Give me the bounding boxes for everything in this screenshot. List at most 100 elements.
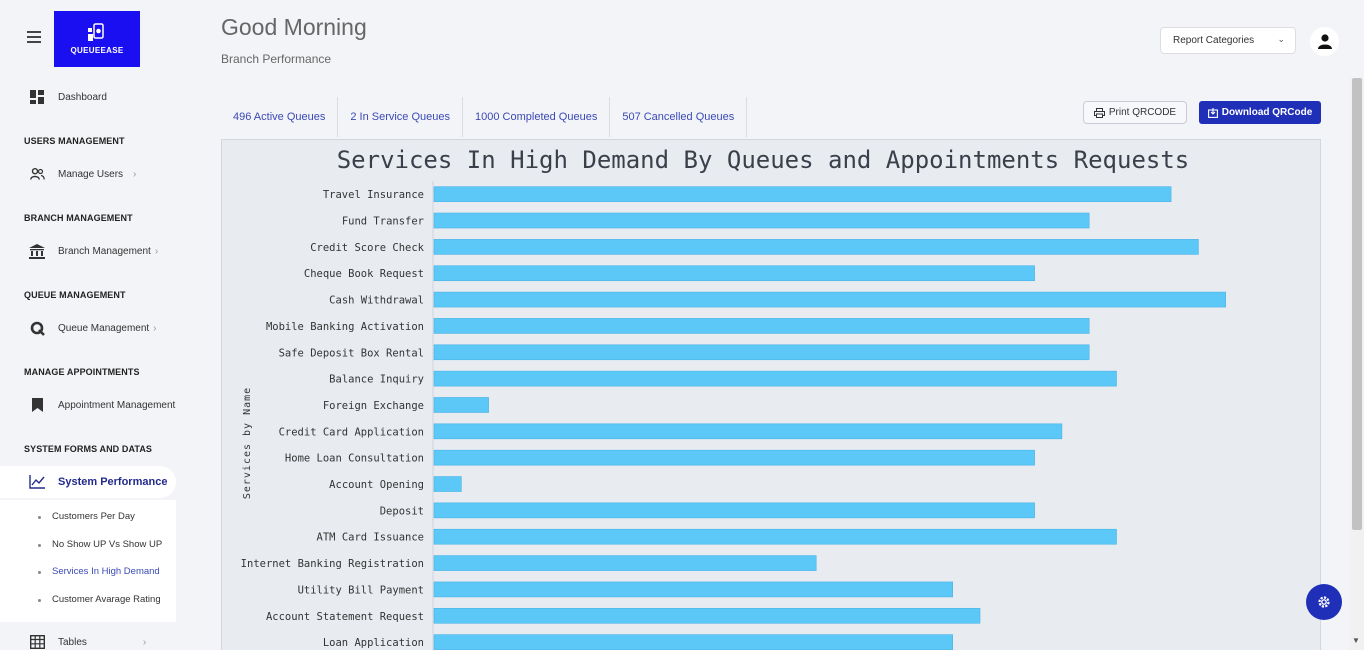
chart-category-label: Account Opening [329, 479, 424, 491]
print-qrcode-label: Print QRCODE [1108, 107, 1177, 118]
page-greeting: Good Morning [221, 14, 367, 40]
sidebar-item-branch-management[interactable]: Branch Management › [0, 236, 176, 266]
chart-y-axis-label: Services by Name [242, 387, 253, 499]
sidebar-item-label: Tables › [58, 636, 147, 648]
download-qrcode-button[interactable]: Download QRCode [1199, 101, 1321, 124]
logo-text: QUEUEEASE [70, 46, 124, 55]
tab-active-queues[interactable]: 496 Active Queues [221, 97, 339, 137]
sidebar-item-label: Appointment Management [58, 399, 176, 411]
sidebar-item-manage-users[interactable]: Manage Users › [0, 159, 176, 189]
line-chart-icon [29, 474, 45, 490]
chart-panel: Services In High Demand By Queues and Ap… [221, 139, 1321, 650]
submenu-item[interactable]: Customer Avarage Rating [38, 594, 161, 605]
chart-bar[interactable] [433, 607, 981, 624]
chart-category-label: Loan Application [323, 637, 424, 649]
sidebar: QUEUEEASE Dashboard USERS MANAGEMENT Man… [0, 0, 200, 650]
chart-bar[interactable] [433, 318, 1090, 334]
menu-icon[interactable] [27, 31, 41, 43]
chart-category-label: Travel Insurance [323, 189, 424, 201]
page-subtitle: Branch Performance [221, 52, 332, 66]
sidebar-item-label: Branch Management › [58, 245, 159, 257]
chart-bar[interactable] [433, 634, 954, 650]
chart-bar[interactable] [433, 476, 462, 492]
sidebar-item-dashboard[interactable]: Dashboard [0, 82, 176, 112]
settings-button[interactable] [1306, 584, 1342, 620]
gear-icon [1318, 596, 1330, 608]
dashboard-icon [29, 89, 45, 105]
tab-completed-queues[interactable]: 1000 Completed Queues [463, 97, 611, 137]
queue-icon [29, 320, 45, 336]
chart-bar[interactable] [433, 186, 1172, 202]
chart-category-label: Balance Inquiry [329, 374, 424, 386]
chart-category-label: Cash Withdrawal [329, 295, 424, 307]
sidebar-item-label: System Performance [58, 476, 168, 488]
sidebar-item-label: Manage Users › [58, 168, 137, 180]
chart-bar[interactable] [433, 344, 1090, 361]
chart-bar[interactable] [433, 370, 1117, 387]
chart-category-label: Cheque Book Request [304, 268, 424, 280]
chevron-right-icon: › [133, 168, 137, 180]
chart-category-label: Safe Deposit Box Rental [279, 347, 424, 359]
chart-bar[interactable] [433, 555, 817, 571]
users-icon [29, 166, 45, 182]
system-performance-submenu: Customers Per Day No Show UP Vs Show UP … [0, 500, 176, 622]
user-icon [1317, 34, 1332, 49]
queue-stats-tabs: 496 Active Queues 2 In Service Queues 10… [221, 97, 748, 137]
download-qrcode-label: Download QRCode [1221, 107, 1313, 118]
section-title-branch: BRANCH MANAGEMENT [24, 213, 133, 223]
chart-category-label: Home Loan Consultation [285, 453, 424, 465]
submenu-item[interactable]: Customers Per Day [38, 511, 135, 522]
chart-category-label: Credit Score Check [310, 242, 424, 254]
chart-category-label: Utility Bill Payment [298, 584, 424, 596]
chart-category-label: Deposit [380, 505, 424, 517]
chart-bar[interactable] [433, 449, 1035, 466]
print-qrcode-button[interactable]: Print QRCODE [1083, 101, 1187, 124]
sidebar-item-appointment-management[interactable]: Appointment Management [0, 390, 176, 420]
scrollbar-thumb[interactable] [1352, 78, 1362, 530]
bookmark-icon [29, 397, 45, 413]
select-value: Report Categories [1173, 35, 1255, 46]
chart-bar[interactable] [433, 212, 1090, 229]
chart-category-label: Account Statement Request [266, 611, 424, 623]
printer-icon [1093, 107, 1105, 118]
tab-in-service-queues[interactable]: 2 In Service Queues [338, 97, 464, 137]
chart-bar[interactable] [433, 423, 1063, 440]
logo-icon [88, 23, 104, 41]
report-categories-select[interactable]: Report Categories ⌄ [1160, 27, 1296, 54]
chart-bar[interactable] [433, 265, 1035, 282]
chevron-down-icon: ⌄ [1277, 34, 1285, 44]
user-profile-button[interactable] [1310, 27, 1339, 56]
chart-bar[interactable] [433, 502, 1035, 519]
chart-bar[interactable] [433, 239, 1199, 255]
chart-category-label: Mobile Banking Activation [266, 321, 424, 333]
sidebar-item-label: Queue Management › [58, 322, 157, 334]
bank-icon [29, 243, 45, 259]
chart-bar[interactable] [433, 528, 1117, 545]
chevron-right-icon: › [142, 636, 147, 648]
section-title-system: SYSTEM FORMS AND DATAS [24, 444, 153, 454]
chevron-right-icon: › [154, 245, 159, 257]
chart-category-label: Credit Card Application [279, 426, 424, 438]
chart-title: Services In High Demand By Queues and Ap… [337, 146, 1190, 174]
section-title-queue: QUEUE MANAGEMENT [24, 290, 126, 300]
submenu-item-active[interactable]: Services In High Demand [38, 566, 160, 577]
sidebar-item-queue-management[interactable]: Queue Management › [0, 313, 176, 343]
submenu-item[interactable]: No Show UP Vs Show UP [38, 539, 162, 550]
sidebar-item-system-performance[interactable]: System Performance [0, 466, 176, 498]
chart-bar[interactable] [433, 291, 1227, 308]
app-logo[interactable]: QUEUEEASE [54, 11, 140, 67]
chart-category-label: ATM Card Issuance [317, 532, 424, 544]
section-title-appointments: MANAGE APPOINTMENTS [24, 367, 140, 377]
chart-category-label: Internet Banking Registration [241, 558, 424, 570]
services-demand-chart: Services In High Demand By Queues and Ap… [241, 146, 1227, 650]
tab-cancelled-queues[interactable]: 507 Cancelled Queues [610, 97, 748, 137]
sidebar-item-tables[interactable]: Tables › [0, 627, 176, 650]
section-title-users: USERS MANAGEMENT [24, 136, 125, 146]
download-icon [1207, 107, 1218, 118]
chart-category-label: Foreign Exchange [323, 400, 424, 412]
scroll-down-arrow-icon[interactable]: ▼ [1352, 636, 1360, 645]
chevron-right-icon: › [153, 322, 157, 334]
chart-category-label: Fund Transfer [342, 216, 424, 228]
chart-bar[interactable] [433, 397, 489, 413]
chart-bar[interactable] [433, 581, 954, 598]
